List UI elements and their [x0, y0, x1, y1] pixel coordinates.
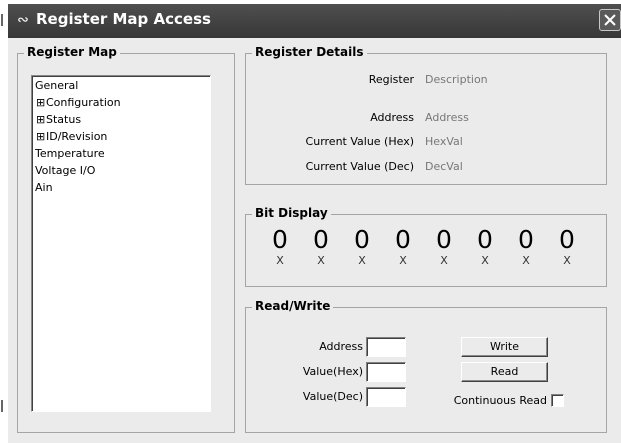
register-description-value: Description — [425, 73, 488, 86]
bit-value: 0 — [518, 225, 534, 254]
title-bar[interactable]: ∾ Register Map Access — [8, 4, 621, 38]
bit-mark: X — [522, 254, 530, 267]
bit-mark: X — [440, 254, 448, 267]
tree-item[interactable]: Ain — [35, 181, 53, 194]
close-button[interactable] — [599, 9, 621, 31]
bit-mark: X — [317, 254, 325, 267]
address-input[interactable] — [366, 337, 406, 357]
bit-value: 0 — [477, 225, 493, 254]
bit-value: 0 — [272, 225, 288, 254]
tree-item[interactable]: Temperature — [35, 147, 105, 160]
continuous-read-label: Continuous Read — [453, 394, 547, 407]
bit-value: 0 — [559, 225, 575, 254]
tree-item[interactable]: General — [35, 79, 78, 92]
tree-item-label: Voltage I/O — [35, 164, 96, 177]
dec-value-label: Current Value (Dec) — [305, 160, 414, 173]
tree-item[interactable]: ⊞ID/Revision — [36, 130, 107, 143]
value-dec-input[interactable] — [366, 387, 406, 407]
register-map-title: Register Map — [24, 45, 120, 59]
bit-cell: 0X — [557, 227, 577, 267]
rw-value-dec-label: Value(Dec) — [302, 390, 363, 403]
rw-address-label: Address — [319, 340, 363, 353]
bit-cell: 0X — [475, 227, 495, 267]
hex-value: HexVal — [425, 135, 463, 148]
tree-item-label: Configuration — [46, 96, 121, 109]
bit-value: 0 — [313, 225, 329, 254]
read-button[interactable]: Read — [461, 362, 548, 382]
register-details-group: Register Details Register Description Ad… — [245, 45, 607, 185]
read-write-group: Read/Write Address Value(Hex) Value(Dec)… — [245, 299, 607, 433]
bit-cell: 0X — [352, 227, 372, 267]
tree-item-label: Ain — [35, 181, 53, 194]
tree-item-label: General — [35, 79, 79, 92]
bit-cell: 0X — [516, 227, 536, 267]
bit-value: 0 — [436, 225, 452, 254]
window-edge-mark-top — [1, 14, 3, 26]
continuous-read-checkbox[interactable] — [551, 394, 564, 407]
bit-mark: X — [399, 254, 407, 267]
write-button[interactable]: Write — [461, 337, 548, 357]
bit-mark: X — [563, 254, 571, 267]
bit-mark: X — [358, 254, 366, 267]
bit-value: 0 — [354, 225, 370, 254]
rw-value-hex-label: Value(Hex) — [302, 365, 363, 378]
tree-item-label: Temperature — [35, 147, 105, 160]
bit-cell: 0X — [311, 227, 331, 267]
tree-item[interactable]: Voltage I/O — [35, 164, 95, 177]
expand-icon[interactable]: ⊞ — [36, 96, 46, 109]
bit-mark: X — [481, 254, 489, 267]
read-write-title: Read/Write — [252, 299, 334, 313]
close-icon — [604, 14, 616, 26]
tree-item[interactable]: ⊞Configuration — [36, 96, 121, 109]
register-label: Register — [368, 73, 414, 86]
bit-mark: X — [276, 254, 284, 267]
dec-value: DecVal — [425, 160, 463, 173]
waveform-icon: ∾ — [17, 12, 29, 28]
address-label: Address — [370, 111, 414, 124]
bit-display-group: Bit Display 0X0X0X0X0X0X0X0X — [245, 206, 607, 287]
window-title: Register Map Access — [36, 10, 211, 28]
register-tree[interactable]: General ⊞Configuration ⊞Status ⊞ID/Revision… — [31, 75, 211, 412]
bit-value: 0 — [395, 225, 411, 254]
bit-display-title: Bit Display — [252, 206, 331, 220]
value-hex-input[interactable] — [366, 362, 406, 382]
hex-value-label: Current Value (Hex) — [305, 135, 414, 148]
expand-icon[interactable]: ⊞ — [36, 130, 46, 143]
bit-cell: 0X — [434, 227, 454, 267]
bit-cell: 0X — [393, 227, 413, 267]
tree-item-label: ID/Revision — [46, 130, 108, 143]
register-details-title: Register Details — [252, 45, 367, 59]
tree-item[interactable]: ⊞Status — [36, 113, 81, 126]
address-value: Address — [425, 111, 469, 124]
tree-item-label: Status — [46, 113, 82, 126]
register-map-window: ∾ Register Map Access Register Map Gener… — [8, 4, 621, 443]
window-edge-mark-bottom — [1, 400, 3, 412]
expand-icon[interactable]: ⊞ — [36, 113, 46, 126]
bit-cell: 0X — [270, 227, 290, 267]
